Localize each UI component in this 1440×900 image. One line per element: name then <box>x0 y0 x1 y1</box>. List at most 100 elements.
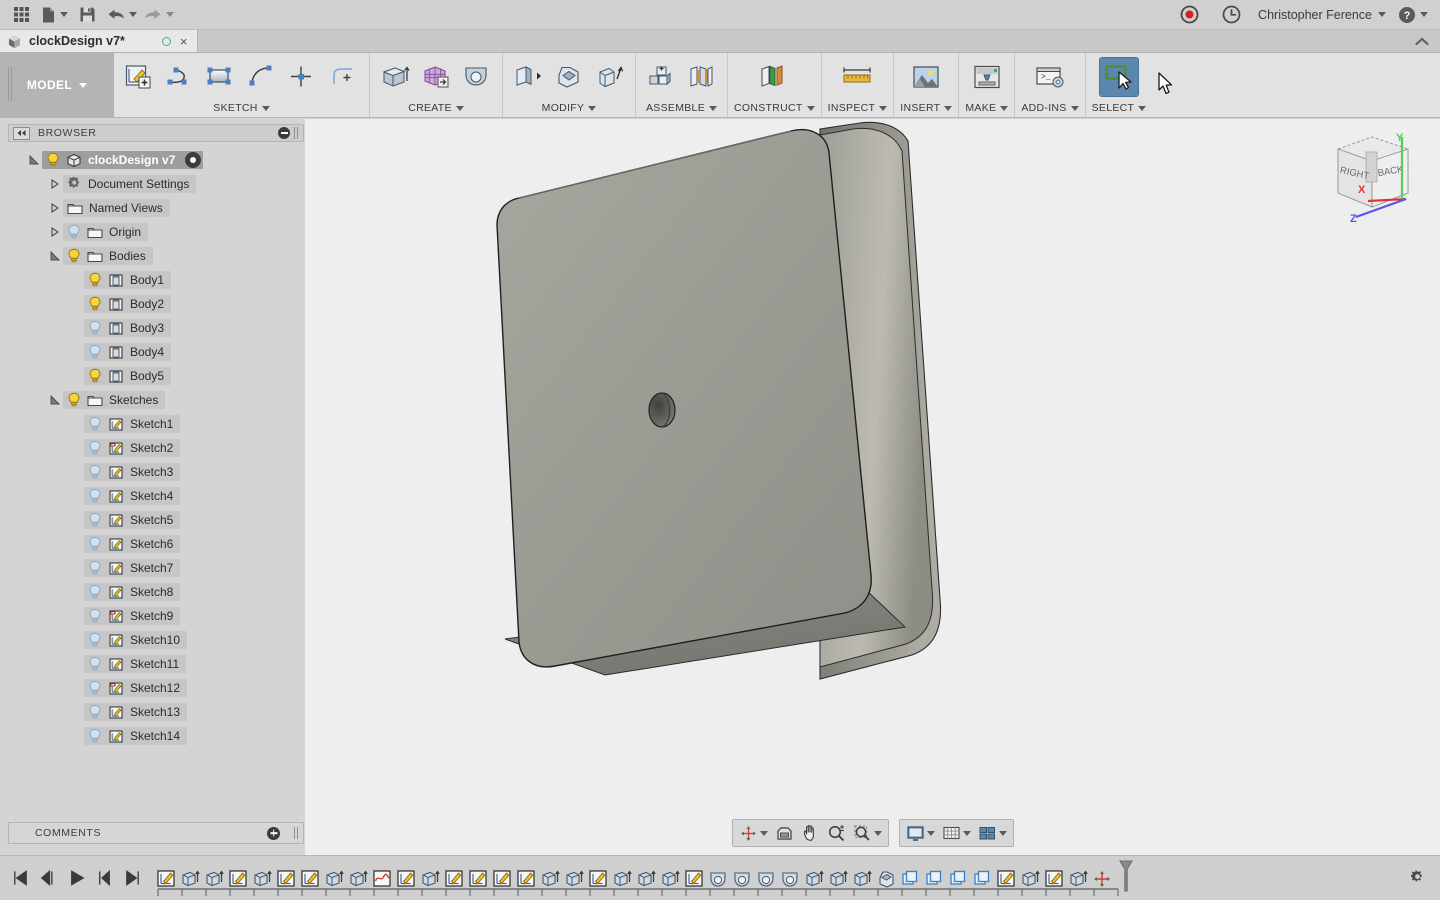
visibility-toggle-sketch-5[interactable] <box>88 512 102 528</box>
tree-node-document-settings[interactable]: Document Settings <box>8 172 304 196</box>
tree-node-body-body-4[interactable]: Body4 <box>84 343 172 361</box>
tree-node-body-sketch-5[interactable]: Sketch5 <box>84 511 181 529</box>
tree-node-body-3[interactable]: Body3 <box>8 316 304 340</box>
visibility-toggle-sketch-13[interactable] <box>88 704 102 720</box>
addins-group-label[interactable]: ADD-INS <box>1021 102 1079 114</box>
tree-twisty-sketches[interactable] <box>47 392 63 408</box>
tree-node-body-body-5[interactable]: Body5 <box>84 367 172 385</box>
visibility-toggle-sketch-3[interactable] <box>88 464 102 480</box>
user-menu-caret-icon[interactable] <box>1378 12 1386 17</box>
offset-plane-button[interactable] <box>755 58 793 96</box>
timeline-step-fwd[interactable] <box>94 867 114 889</box>
visibility-toggle-body-5[interactable] <box>88 368 102 384</box>
visibility-toggle-sketch-14[interactable] <box>88 728 102 744</box>
grid-snap-caret-icon[interactable] <box>962 830 971 836</box>
tree-twisty-named-views[interactable] <box>47 200 63 216</box>
visibility-toggle-sketch-12[interactable] <box>88 680 102 696</box>
redo-caret-icon[interactable] <box>166 12 174 17</box>
viewport-3d[interactable]: RIGHT BACK X Y Z <box>305 119 1440 855</box>
new-file-caret-icon[interactable] <box>60 12 68 17</box>
visibility-toggle-sketch-2[interactable] <box>88 440 102 456</box>
construct-group-label[interactable]: CONSTRUCT <box>734 102 815 114</box>
tree-node-body-root[interactable]: clockDesign v7 <box>42 151 204 169</box>
press-pull-button[interactable] <box>509 58 547 96</box>
tree-node-body-sketch-1[interactable]: Sketch1 <box>84 415 181 433</box>
grid-snap-button[interactable] <box>939 822 974 844</box>
display-settings-caret-icon[interactable] <box>926 830 935 836</box>
tree-node-body-sketch-11[interactable]: Sketch11 <box>84 655 187 673</box>
visibility-toggle-body-3[interactable] <box>88 320 102 336</box>
document-close-icon[interactable]: × <box>178 35 190 48</box>
insert-canvas-button[interactable] <box>907 58 945 96</box>
new-component-button[interactable] <box>642 58 680 96</box>
visibility-toggle-bodies[interactable] <box>67 248 81 264</box>
tree-node-sketch-9[interactable]: Sketch9 <box>8 604 304 628</box>
add-comment-button[interactable] <box>267 826 280 840</box>
assemble-caret-icon[interactable] <box>709 105 717 111</box>
inspect-caret-icon[interactable] <box>879 105 888 111</box>
create-form-button[interactable] <box>417 58 455 96</box>
tree-node-body-sketches[interactable]: Sketches <box>63 391 166 409</box>
new-file-button[interactable] <box>38 6 70 24</box>
create-caret-icon[interactable] <box>455 105 464 111</box>
visibility-toggle-sketch-1[interactable] <box>88 416 102 432</box>
tree-node-body-named-views[interactable]: Named Views <box>63 199 170 217</box>
extrude-button[interactable] <box>376 58 414 96</box>
create-group-label[interactable]: CREATE <box>408 102 464 114</box>
tree-node-sketch-3[interactable]: Sketch3 <box>8 460 304 484</box>
visibility-toggle-sketch-9[interactable] <box>88 608 102 624</box>
make-group-label[interactable]: MAKE <box>965 102 1009 114</box>
tree-node-body-body-3[interactable]: Body3 <box>84 319 172 337</box>
viewports-caret-icon[interactable] <box>998 830 1007 836</box>
tree-node-sketches[interactable]: Sketches <box>8 388 304 412</box>
tree-node-sketch-12[interactable]: Sketch12 <box>8 676 304 700</box>
tree-node-sketch-6[interactable]: Sketch6 <box>8 532 304 556</box>
tree-node-body-sketch-10[interactable]: Sketch10 <box>84 631 188 649</box>
viewports-button[interactable] <box>975 822 1010 844</box>
browser-collapse-button[interactable] <box>13 126 30 140</box>
tree-node-sketch-11[interactable]: Sketch11 <box>8 652 304 676</box>
revolve-button[interactable] <box>458 58 496 96</box>
zoom-button[interactable] <box>824 822 849 844</box>
visibility-toggle-body-2[interactable] <box>88 296 102 312</box>
assemble-group-label[interactable]: ASSEMBLE <box>646 102 717 114</box>
look-at-button[interactable] <box>772 822 797 844</box>
tree-node-body-body-2[interactable]: Body2 <box>84 295 172 313</box>
line-button[interactable] <box>161 58 199 96</box>
tree-node-body-sketch-8[interactable]: Sketch8 <box>84 583 181 601</box>
browser-minimize-icon[interactable] <box>278 127 290 139</box>
visibility-toggle-sketch-6[interactable] <box>88 536 102 552</box>
comments-panel[interactable]: COMMENTS <box>8 822 304 844</box>
workspace-caret-icon[interactable] <box>79 82 88 88</box>
job-status-button[interactable] <box>1216 2 1246 28</box>
modify-group-label[interactable]: MODIFY <box>542 102 597 114</box>
tree-node-body-origin[interactable]: Origin <box>63 223 149 241</box>
tree-node-sketch-14[interactable]: Sketch14 <box>8 724 304 748</box>
tree-node-named-views[interactable]: Named Views <box>8 196 304 220</box>
tree-node-body-sketch-9[interactable]: Sketch9 <box>84 607 181 625</box>
tree-node-root[interactable]: clockDesign v7 <box>8 148 304 172</box>
tree-node-sketch-5[interactable]: Sketch5 <box>8 508 304 532</box>
save-button[interactable] <box>72 2 102 28</box>
tree-node-sketch-8[interactable]: Sketch8 <box>8 580 304 604</box>
tree-node-sketch-10[interactable]: Sketch10 <box>8 628 304 652</box>
visibility-toggle-sketch-8[interactable] <box>88 584 102 600</box>
fit-caret-icon[interactable] <box>873 830 882 836</box>
visibility-toggle-sketch-4[interactable] <box>88 488 102 504</box>
display-settings-button[interactable] <box>903 822 938 844</box>
pan-button[interactable] <box>798 822 823 844</box>
visibility-toggle-sketch-10[interactable] <box>88 632 102 648</box>
scripts-addins-button[interactable]: >_ <box>1031 58 1069 96</box>
tree-node-body-2[interactable]: Body2 <box>8 292 304 316</box>
tree-node-body-sketch-2[interactable]: Sketch2 <box>84 439 181 457</box>
comments-resize-grip[interactable] <box>294 827 299 839</box>
timeline-settings-button[interactable] <box>1409 868 1426 890</box>
create-sketch-button[interactable] <box>120 58 158 96</box>
timeline-play[interactable] <box>66 867 86 889</box>
view-cube[interactable]: RIGHT BACK X Y Z <box>1310 119 1430 234</box>
help-caret-icon[interactable] <box>1420 12 1428 17</box>
tree-node-body-sketch-14[interactable]: Sketch14 <box>84 727 188 745</box>
tree-node-sketch-7[interactable]: Sketch7 <box>8 556 304 580</box>
tree-node-body-sketch-4[interactable]: Sketch4 <box>84 487 181 505</box>
tree-eye-toggle-root[interactable] <box>185 152 202 168</box>
